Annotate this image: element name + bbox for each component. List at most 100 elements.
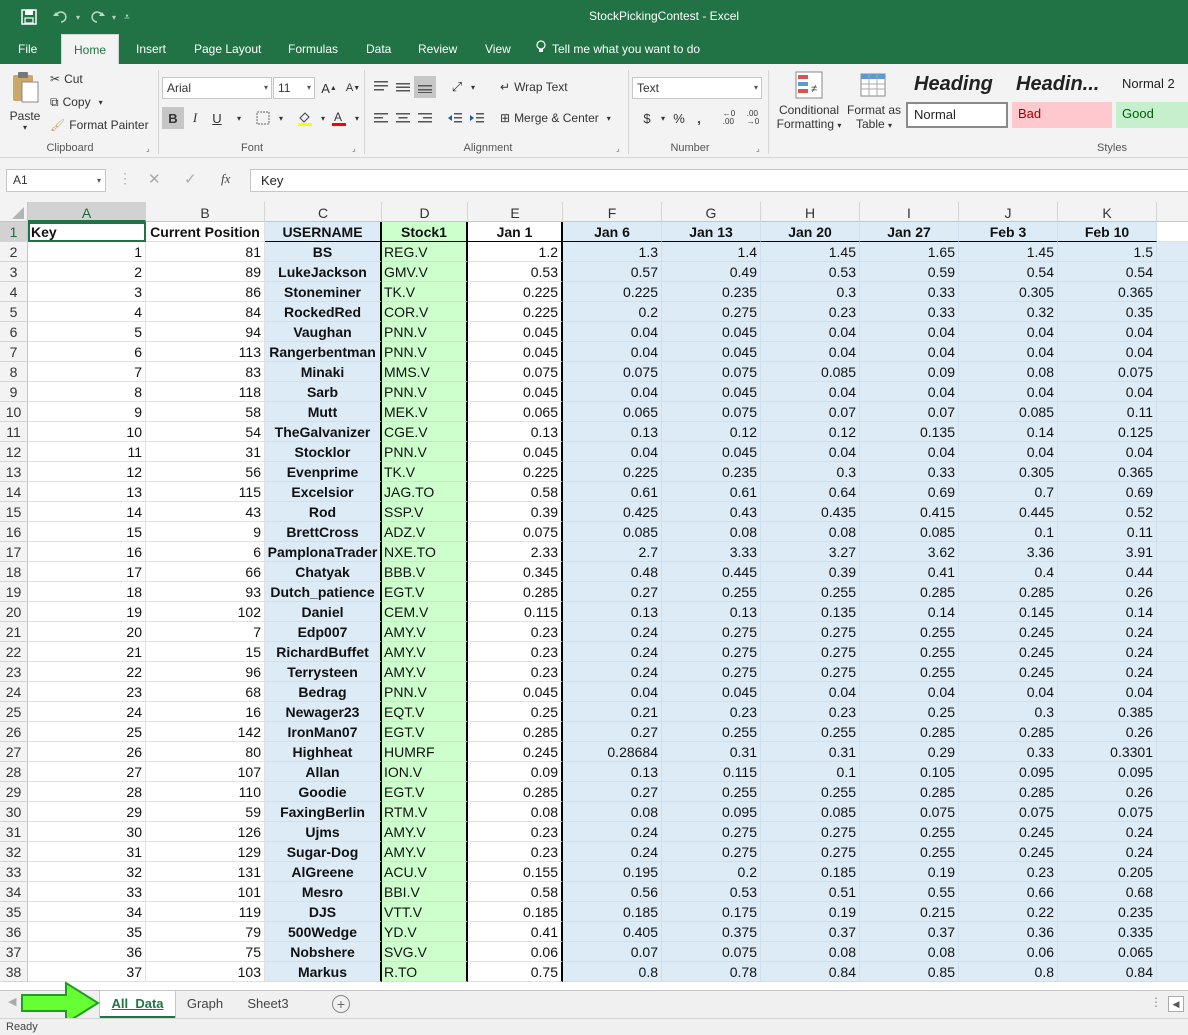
cell[interactable]: 0.275 (761, 642, 860, 662)
cell[interactable] (1157, 842, 1188, 862)
cell[interactable]: 126 (146, 822, 265, 842)
cell[interactable]: PNN.V (382, 342, 468, 362)
row-header[interactable]: 10 (0, 402, 28, 422)
cell[interactable]: 0.115 (468, 602, 563, 622)
font-size-select[interactable]: 11 ▾ (273, 77, 315, 99)
cell[interactable]: 33 (28, 882, 146, 902)
cell[interactable]: 29 (28, 802, 146, 822)
cell[interactable]: 15 (28, 522, 146, 542)
cell[interactable]: 0.435 (761, 502, 860, 522)
cell[interactable]: 0.68 (1058, 882, 1157, 902)
cell[interactable] (1157, 502, 1188, 522)
row-header[interactable]: 33 (0, 862, 28, 882)
cell[interactable]: Sugar-Dog (265, 842, 382, 862)
name-box[interactable]: A1 ▾ (6, 169, 106, 192)
cell[interactable]: 79 (146, 922, 265, 942)
cell[interactable]: 0.04 (761, 442, 860, 462)
cell[interactable] (1157, 282, 1188, 302)
row-header[interactable]: 23 (0, 662, 28, 682)
row-header[interactable]: 24 (0, 682, 28, 702)
cell[interactable]: 31 (146, 442, 265, 462)
cell[interactable]: 18 (28, 582, 146, 602)
cell[interactable]: 0.04 (563, 442, 662, 462)
column-header-h[interactable]: H (761, 202, 860, 222)
style-heading2[interactable]: Headin... (1010, 72, 1110, 98)
cell[interactable] (1157, 882, 1188, 902)
cell[interactable]: 0.275 (662, 822, 761, 842)
cell[interactable]: 14 (28, 502, 146, 522)
cell[interactable]: PNN.V (382, 442, 468, 462)
cell[interactable]: DJS (265, 902, 382, 922)
cell[interactable]: 43 (146, 502, 265, 522)
cell[interactable]: Rod (265, 502, 382, 522)
cell[interactable]: 27 (28, 762, 146, 782)
cell[interactable]: 0.235 (662, 462, 761, 482)
cell[interactable]: 0.3301 (1058, 742, 1157, 762)
cell[interactable]: 0.085 (761, 802, 860, 822)
cell[interactable]: MMS.V (382, 362, 468, 382)
row-header[interactable]: 21 (0, 622, 28, 642)
cell[interactable]: Excelsior (265, 482, 382, 502)
cell[interactable]: 16 (28, 542, 146, 562)
cell[interactable]: 0.225 (563, 462, 662, 482)
cell[interactable]: 0.27 (563, 782, 662, 802)
cell[interactable]: 0.29 (860, 742, 959, 762)
cell[interactable]: 0.275 (662, 622, 761, 642)
cell[interactable]: 0.285 (860, 722, 959, 742)
cell[interactable]: 9 (28, 402, 146, 422)
font-name-select[interactable]: Arial ▾ (162, 77, 272, 99)
cell[interactable]: 0.065 (468, 402, 563, 422)
cell[interactable]: 0.04 (860, 322, 959, 342)
cell[interactable]: 0.04 (959, 682, 1058, 702)
tab-formulas[interactable]: Formulas (278, 34, 348, 64)
tab-home[interactable]: Home (61, 34, 119, 64)
cell[interactable]: BrettCross (265, 522, 382, 542)
row-header[interactable]: 14 (0, 482, 28, 502)
cell[interactable]: 115 (146, 482, 265, 502)
new-sheet-icon[interactable]: + (332, 995, 350, 1013)
cell[interactable]: 0.33 (860, 302, 959, 322)
cell[interactable]: 0.175 (662, 902, 761, 922)
cell[interactable]: 0.255 (662, 582, 761, 602)
cell[interactable]: 0.84 (1058, 962, 1157, 982)
cell[interactable]: 0.04 (1058, 342, 1157, 362)
cell[interactable]: 66 (146, 562, 265, 582)
cell[interactable]: 0.04 (761, 382, 860, 402)
column-header-c[interactable]: C (265, 202, 382, 222)
cell[interactable]: 0.075 (1058, 362, 1157, 382)
cell[interactable]: 25 (28, 722, 146, 742)
cell[interactable] (1157, 642, 1188, 662)
cell[interactable]: 81 (146, 242, 265, 262)
cell[interactable]: 0.045 (662, 342, 761, 362)
cell[interactable]: 20 (28, 622, 146, 642)
cell[interactable]: 0.365 (1058, 462, 1157, 482)
cell[interactable] (1157, 302, 1188, 322)
cell[interactable]: 0.24 (1058, 662, 1157, 682)
cell[interactable]: 0.285 (959, 722, 1058, 742)
row-header[interactable]: 34 (0, 882, 28, 902)
row-header[interactable]: 25 (0, 702, 28, 722)
cell[interactable] (1157, 962, 1188, 982)
formula-input[interactable]: Key (250, 169, 1188, 192)
cell[interactable]: 68 (146, 682, 265, 702)
cell[interactable]: 0.23 (761, 702, 860, 722)
cell[interactable]: HUMRF (382, 742, 468, 762)
cell[interactable]: VTT.V (382, 902, 468, 922)
row-header[interactable]: 22 (0, 642, 28, 662)
cell[interactable]: 0.53 (761, 262, 860, 282)
cell[interactable]: 0.07 (563, 942, 662, 962)
cell[interactable] (1157, 622, 1188, 642)
cell[interactable]: 0.26 (1058, 582, 1157, 602)
cell[interactable]: 0.045 (662, 442, 761, 462)
cell[interactable]: 0.075 (563, 362, 662, 382)
cell[interactable]: 0.31 (761, 742, 860, 762)
cell[interactable]: 1 (28, 242, 146, 262)
cell[interactable]: 0.19 (860, 862, 959, 882)
insert-function-icon[interactable]: fx (221, 171, 230, 187)
row-header[interactable]: 26 (0, 722, 28, 742)
cell[interactable]: 0.04 (761, 682, 860, 702)
cell[interactable]: 0.145 (959, 602, 1058, 622)
header-cell[interactable]: Jan 27 (860, 222, 959, 242)
cell[interactable]: 24 (28, 702, 146, 722)
cell[interactable]: 0.24 (563, 622, 662, 642)
